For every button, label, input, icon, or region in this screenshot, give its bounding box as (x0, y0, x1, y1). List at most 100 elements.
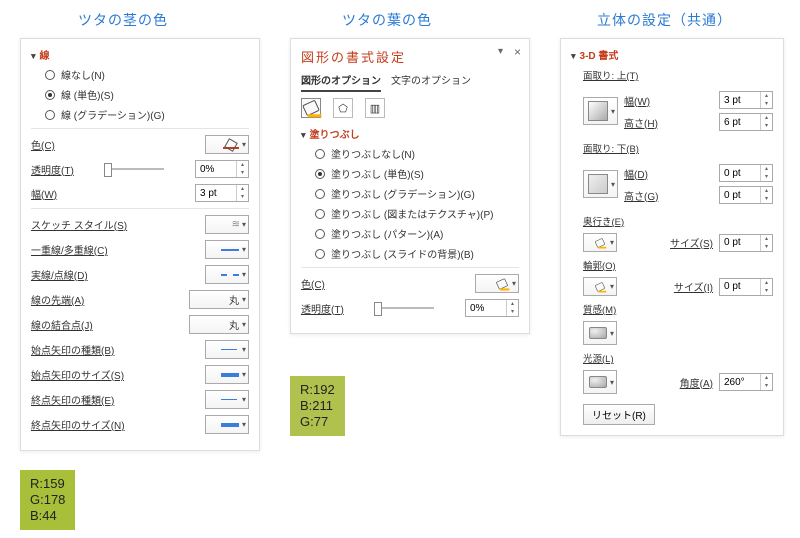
line-transparency-input[interactable] (196, 164, 236, 175)
size-tab-icon[interactable]: ▥ (365, 98, 385, 118)
line-width-input[interactable] (196, 188, 236, 199)
contour-color-picker[interactable]: ▾ (583, 277, 617, 296)
line-gradient-label: 線 (グラデーション)(G) (61, 107, 165, 122)
begin-arrow-size-dropdown[interactable]: ▾ (205, 365, 249, 384)
depth-size-input[interactable] (720, 237, 760, 248)
tab-text-options[interactable]: 文字のオプション (391, 72, 471, 92)
spin-up-icon[interactable]: ▴ (761, 114, 772, 122)
begin-arrow-size-label: 始点矢印のサイズ(S) (31, 367, 124, 382)
spin-up-icon[interactable]: ▴ (761, 235, 772, 243)
fill-texture-option[interactable]: 塗りつぶし (図またはテクスチャ)(P) (315, 206, 519, 221)
fill-slidebg-option[interactable]: 塗りつぶし (スライドの背景)(B) (315, 246, 519, 261)
line-color-label: 色(C) (31, 137, 55, 152)
line-width-spinner[interactable]: ▴▾ (195, 184, 249, 202)
fill-section-header[interactable]: 塗りつぶし (301, 126, 519, 141)
light-angle-input[interactable] (720, 377, 760, 388)
spin-up-icon[interactable]: ▴ (237, 185, 248, 193)
fill-line-tab-icon[interactable] (301, 98, 321, 118)
end-arrow-size-dropdown[interactable]: ▾ (205, 415, 249, 434)
dash-type-dropdown[interactable]: ▾ (205, 265, 249, 284)
light-angle-spinner[interactable]: ▴▾ (719, 373, 773, 391)
depth-color-picker[interactable]: ▾ (583, 233, 617, 252)
bevel-top-label: 面取り: 上(T) (583, 68, 773, 82)
radio-icon (315, 229, 325, 239)
fill-transparency-input[interactable] (466, 303, 506, 314)
material-picker[interactable]: ▾ (583, 321, 617, 345)
bevel-top-picker[interactable]: ▾ (583, 97, 618, 125)
pin-icon[interactable]: ▾ (498, 46, 503, 57)
fill-transparency-spinner[interactable]: ▴▾ (465, 299, 519, 317)
close-icon[interactable]: × (514, 45, 521, 59)
3d-section-header[interactable]: 3-D 書式 (571, 47, 773, 62)
spin-down-icon[interactable]: ▾ (761, 195, 772, 203)
bevel-bottom-height-spinner[interactable]: ▴▾ (719, 186, 773, 204)
compound-line-dropdown[interactable]: ▾ (205, 240, 249, 259)
begin-arrow-type-dropdown[interactable]: ▾ (205, 340, 249, 359)
effects-tab-icon[interactable]: ⬠ (333, 98, 353, 118)
spin-down-icon[interactable]: ▾ (761, 243, 772, 251)
spin-down-icon[interactable]: ▾ (761, 100, 772, 108)
spin-up-icon[interactable]: ▴ (761, 374, 772, 382)
spin-down-icon[interactable]: ▾ (761, 122, 772, 130)
radio-icon (315, 189, 325, 199)
fill-color-picker[interactable]: ▾ (475, 274, 519, 293)
line-section-header[interactable]: 線 (31, 47, 249, 62)
spin-up-icon[interactable]: ▴ (761, 165, 772, 173)
bevel-bottom-picker[interactable]: ▾ (583, 170, 618, 198)
fill-gradient-option[interactable]: 塗りつぶし (グラデーション)(G) (315, 186, 519, 201)
reset-button[interactable]: リセット(R) (583, 404, 655, 425)
bevel-top-width-spinner[interactable]: ▴▾ (719, 91, 773, 109)
fill-pattern-option[interactable]: 塗りつぶし (パターン)(A) (315, 226, 519, 241)
line-none-option[interactable]: 線なし(N) (45, 67, 249, 82)
heading-3d-settings: 立体の設定（共通） (597, 10, 732, 30)
contour-size-input[interactable] (720, 281, 760, 292)
light-picker[interactable]: ▾ (583, 370, 617, 394)
compound-line-label: 一重線/多重線(C) (31, 242, 108, 257)
line-transparency-spinner[interactable]: ▴▾ (195, 160, 249, 178)
pen-icon (223, 147, 239, 149)
bevel-top-height-label: 高さ(H) (624, 115, 658, 130)
spin-down-icon[interactable]: ▾ (761, 173, 772, 181)
line-gradient-option[interactable]: 線 (グラデーション)(G) (45, 107, 249, 122)
bevel-icon (588, 174, 608, 194)
contour-size-spinner[interactable]: ▴▾ (719, 278, 773, 296)
bevel-top-height-input[interactable] (720, 117, 760, 128)
spin-up-icon[interactable]: ▴ (761, 92, 772, 100)
sketch-style-dropdown[interactable]: ≋▾ (205, 215, 249, 234)
contour-label: 輪郭(O) (583, 258, 773, 272)
chevron-down-icon: ▾ (610, 378, 614, 387)
tab-shape-options[interactable]: 図形のオプション (301, 72, 381, 92)
bevel-top-width-input[interactable] (720, 95, 760, 106)
fill-transparency-slider[interactable] (374, 307, 434, 309)
spin-down-icon[interactable]: ▾ (761, 382, 772, 390)
line-solid-option[interactable]: 線 (単色)(S) (45, 87, 249, 102)
chevron-down-icon: ▾ (610, 329, 614, 338)
spin-down-icon[interactable]: ▾ (761, 287, 772, 295)
cap-type-dropdown[interactable]: 丸▾ (189, 290, 249, 309)
chevron-down-icon: ▾ (242, 420, 246, 429)
fill-solid-option[interactable]: 塗りつぶし (単色)(S) (315, 166, 519, 181)
spin-up-icon[interactable]: ▴ (761, 279, 772, 287)
fill-none-option[interactable]: 塗りつぶしなし(N) (315, 146, 519, 161)
end-arrow-type-dropdown[interactable]: ▾ (205, 390, 249, 409)
begin-arrow-type-label: 始点矢印の種類(B) (31, 342, 114, 357)
bevel-bottom-width-spinner[interactable]: ▴▾ (719, 164, 773, 182)
chevron-down-icon: ▾ (242, 370, 246, 379)
spin-down-icon[interactable]: ▾ (507, 308, 518, 316)
bevel-bottom-width-input[interactable] (720, 168, 760, 179)
spin-up-icon[interactable]: ▴ (237, 161, 248, 169)
chevron-down-icon: ▾ (610, 282, 614, 291)
spin-down-icon[interactable]: ▾ (237, 169, 248, 177)
line-color-picker[interactable]: ▾ (205, 135, 249, 154)
bevel-bottom-height-label: 高さ(G) (624, 188, 658, 203)
spin-up-icon[interactable]: ▴ (761, 187, 772, 195)
line-transparency-slider[interactable] (104, 168, 164, 170)
bevel-top-height-spinner[interactable]: ▴▾ (719, 113, 773, 131)
radio-icon (45, 90, 55, 100)
spin-down-icon[interactable]: ▾ (237, 193, 248, 201)
depth-size-spinner[interactable]: ▴▾ (719, 234, 773, 252)
join-type-dropdown[interactable]: 丸▾ (189, 315, 249, 334)
fill-none-label: 塗りつぶしなし(N) (331, 146, 415, 161)
spin-up-icon[interactable]: ▴ (507, 300, 518, 308)
bevel-bottom-height-input[interactable] (720, 190, 760, 201)
